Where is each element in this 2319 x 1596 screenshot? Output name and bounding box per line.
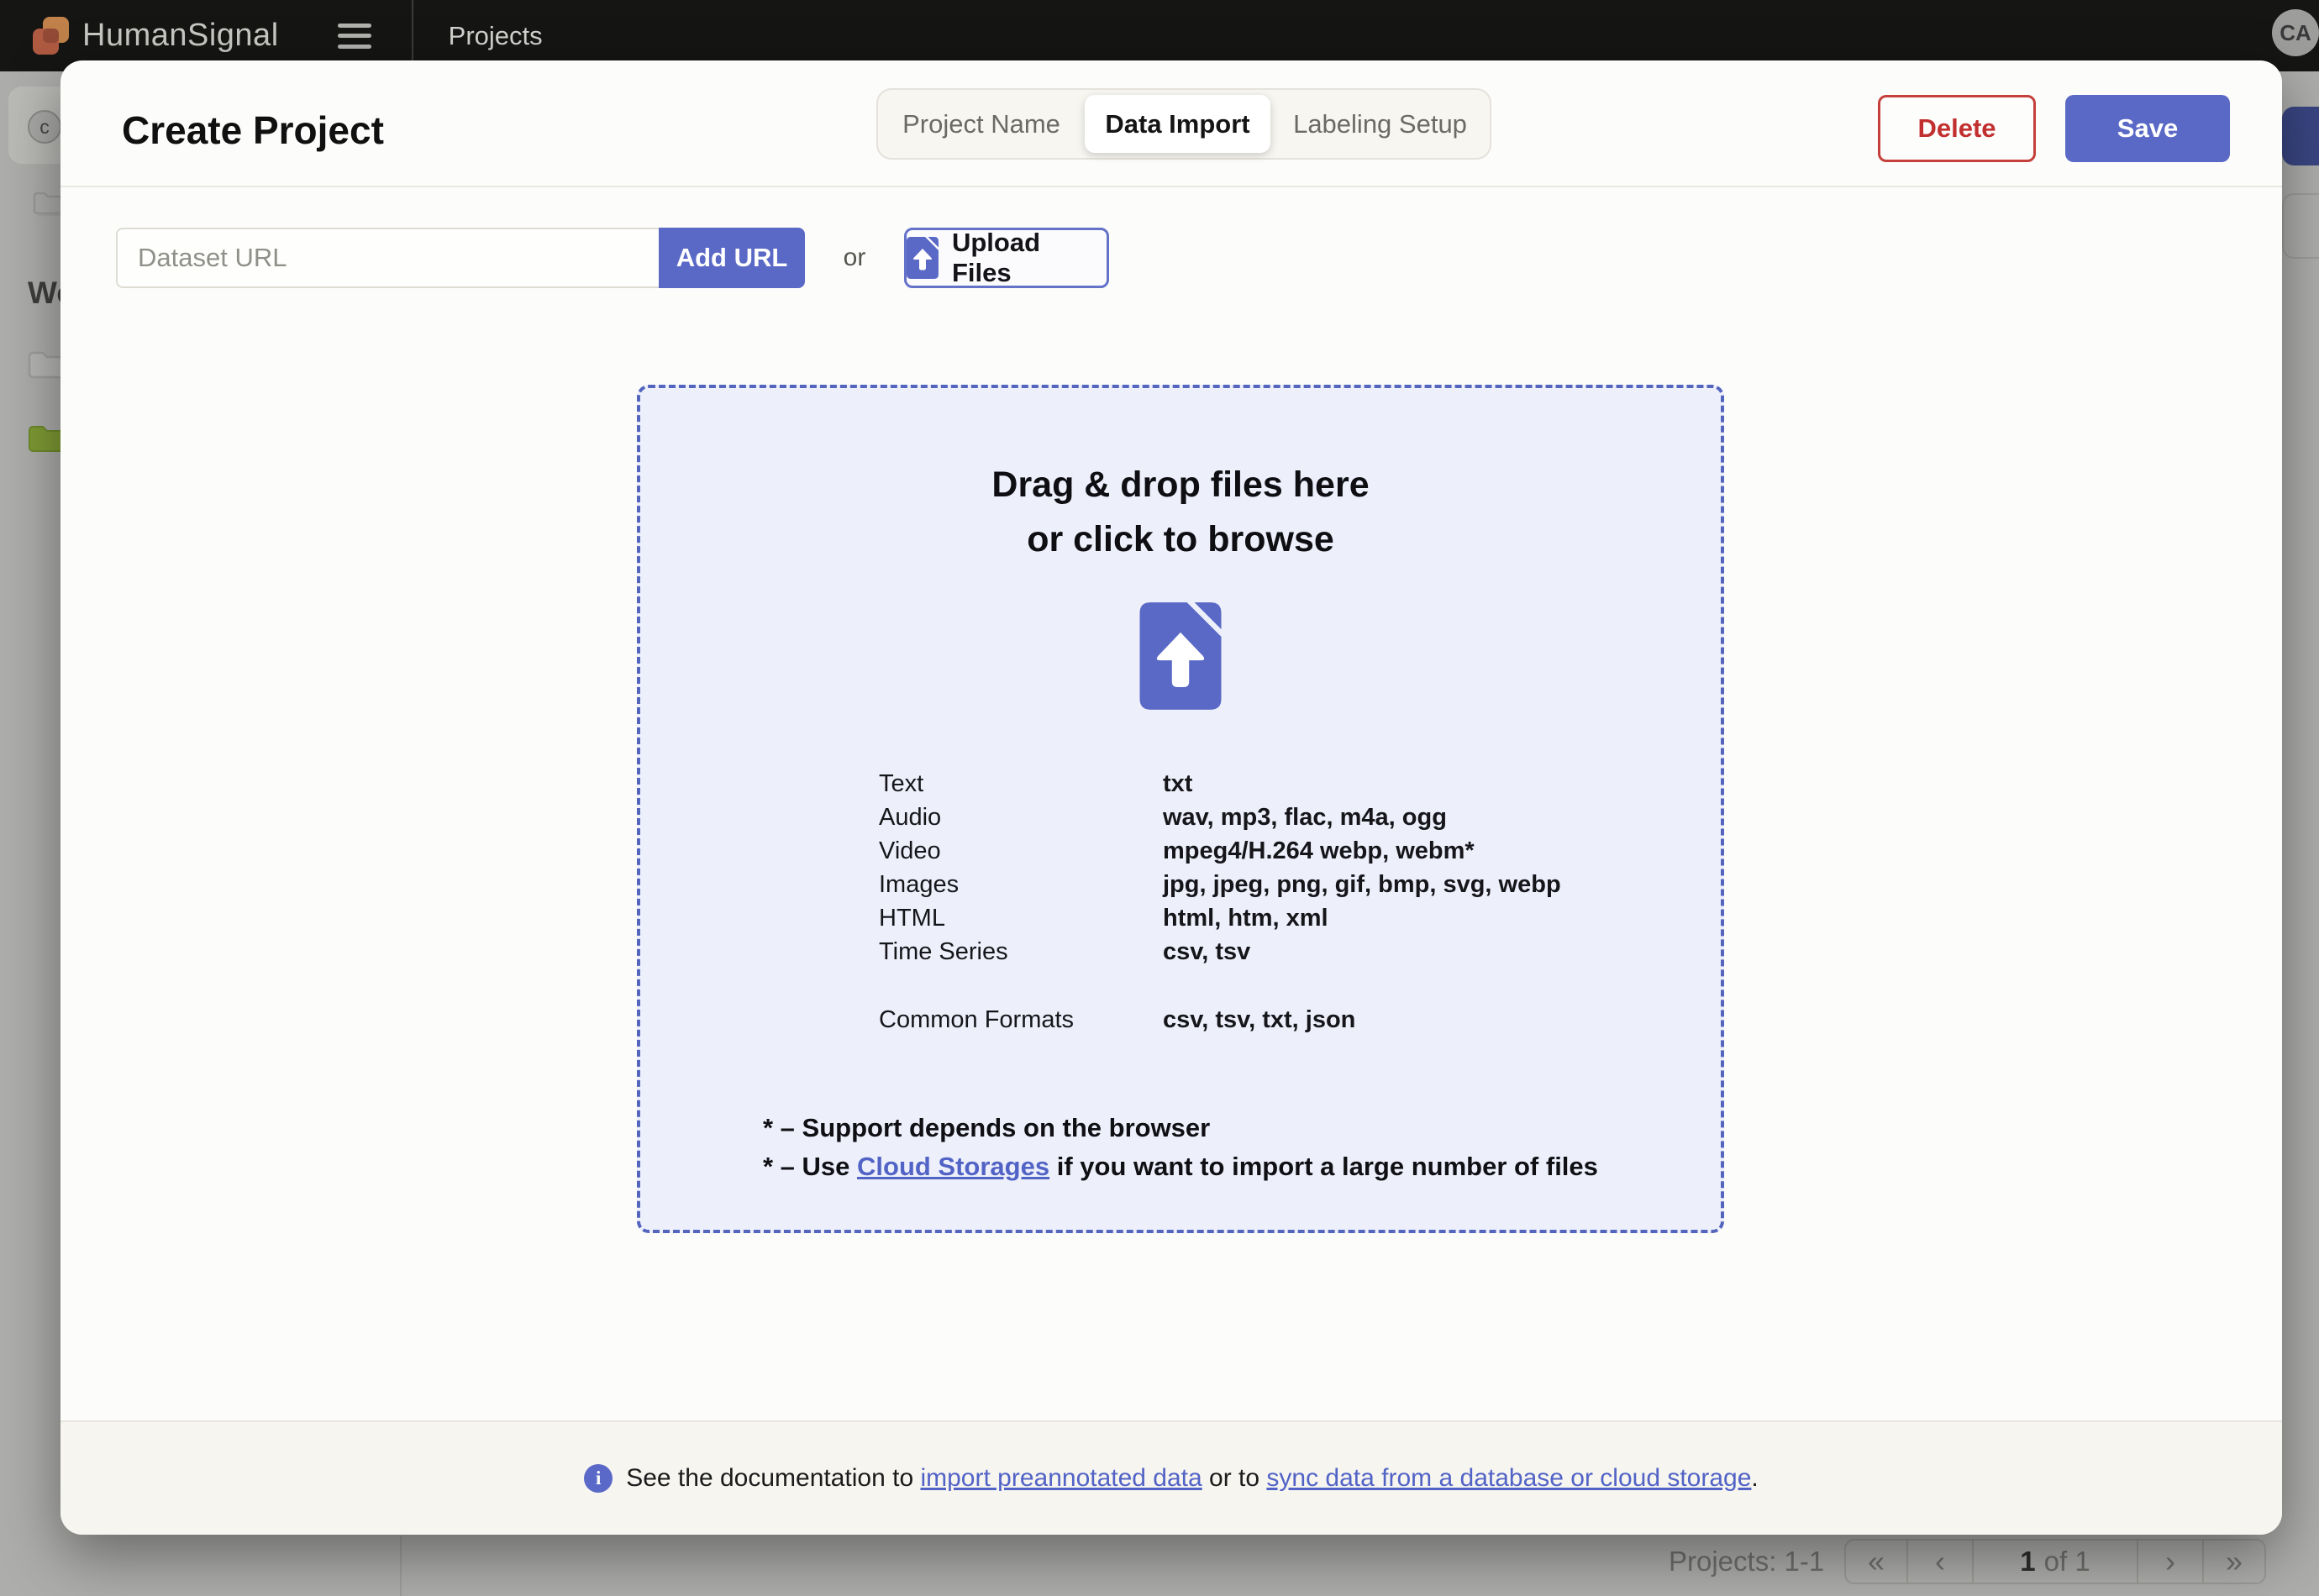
tab-labeling-setup[interactable]: Labeling Setup bbox=[1270, 90, 1490, 158]
format-row: Video mpeg4/H.264 webp, webm* bbox=[879, 834, 1561, 868]
format-label: Audio bbox=[879, 804, 942, 831]
modal-footer: i See the documentation to import preann… bbox=[60, 1420, 2282, 1535]
dropzone-notes: * – Support depends on the browser * – U… bbox=[763, 1109, 1598, 1186]
tab-project-name[interactable]: Project Name bbox=[878, 90, 1085, 158]
background-create-button-sliver bbox=[2282, 107, 2319, 165]
note-cloud-storage: * – Use Cloud Storages if you want to im… bbox=[763, 1147, 1598, 1186]
footer-text-prefix: See the documentation to bbox=[626, 1464, 921, 1492]
format-value: wav, mp3, flac, m4a, ogg bbox=[1163, 804, 1447, 831]
format-label: HTML bbox=[879, 905, 945, 932]
footer-text-suffix: . bbox=[1751, 1464, 1759, 1492]
dropzone-heading: Drag & drop files here or click to brows… bbox=[640, 458, 1721, 567]
upload-files-label: Upload Files bbox=[951, 228, 1041, 287]
prev-page-button: ‹ bbox=[1935, 1544, 1945, 1578]
note-cloud-suffix: if you want to import a large number of … bbox=[1049, 1152, 1598, 1181]
note-browser-support: * – Support depends on the browser bbox=[763, 1113, 1211, 1142]
or-separator: or bbox=[843, 244, 866, 271]
hamburger-menu-icon[interactable] bbox=[337, 23, 371, 49]
dropzone-heading-line1: Drag & drop files here bbox=[991, 465, 1370, 505]
screen: c Wo Projects: 1-1 « ‹ 1 of 1 › » HumanS… bbox=[0, 0, 2319, 1596]
add-url-button[interactable]: Add URL bbox=[659, 228, 805, 288]
format-label: Time Series bbox=[879, 938, 1008, 965]
delete-button[interactable]: Delete bbox=[1878, 95, 2036, 162]
current-page: 1 bbox=[2020, 1546, 2036, 1577]
create-project-modal: Create Project Project Name Data Import … bbox=[60, 60, 2282, 1535]
projects-range-label: Projects: 1-1 bbox=[1669, 1546, 1825, 1577]
upload-files-button[interactable]: Upload Files bbox=[904, 228, 1109, 288]
cloud-storages-link[interactable]: Cloud Storages bbox=[857, 1152, 1049, 1181]
format-label: Text bbox=[879, 770, 924, 797]
format-row: Images jpg, jpeg, png, gif, bmp, svg, we… bbox=[879, 868, 1561, 901]
user-avatar[interactable]: CA bbox=[2272, 9, 2319, 56]
format-value: mpeg4/H.264 webp, webm* bbox=[1163, 837, 1475, 864]
dataset-url-input[interactable] bbox=[116, 228, 659, 288]
save-button[interactable]: Save bbox=[2065, 95, 2230, 162]
format-value: html, htm, xml bbox=[1163, 905, 1328, 932]
page-title: Create Project bbox=[122, 108, 384, 152]
pagination-bar: « ‹ 1 of 1 › » bbox=[1844, 1539, 2266, 1584]
format-label: Images bbox=[879, 871, 960, 898]
sidebar-avatar: c bbox=[28, 110, 61, 144]
common-formats-label: Common Formats bbox=[879, 1006, 1075, 1033]
page-indicator: 1 of 1 bbox=[1974, 1541, 2137, 1583]
format-row: Text txt bbox=[879, 767, 1561, 801]
projects-stack-icon bbox=[33, 192, 63, 217]
last-page-button: » bbox=[2225, 1544, 2243, 1578]
file-dropzone[interactable]: Drag & drop files here or click to brows… bbox=[637, 385, 1724, 1233]
sync-data-link[interactable]: sync data from a database or cloud stora… bbox=[1266, 1464, 1751, 1492]
page-count: of 1 bbox=[2043, 1546, 2090, 1577]
wizard-tabs: Project Name Data Import Labeling Setup bbox=[876, 88, 1491, 160]
format-value: jpg, jpeg, png, gif, bmp, svg, webp bbox=[1163, 871, 1561, 898]
url-combo: Add URL bbox=[116, 228, 805, 288]
import-preannotated-data-link[interactable]: import preannotated data bbox=[920, 1464, 1202, 1492]
tab-data-import[interactable]: Data Import bbox=[1085, 95, 1270, 153]
dropzone-heading-line2: or click to browse bbox=[1027, 519, 1334, 559]
background-search-box-sliver bbox=[2282, 193, 2319, 259]
upload-file-icon bbox=[1139, 602, 1222, 710]
format-value: csv, tsv bbox=[1163, 938, 1251, 965]
supported-formats-table: Text txt Audio wav, mp3, flac, m4a, ogg … bbox=[879, 767, 1561, 969]
common-formats-row: Common Formats csv, tsv, txt, json bbox=[879, 1003, 1355, 1037]
header-divider bbox=[60, 186, 2282, 187]
footer-text-middle: or to bbox=[1202, 1464, 1267, 1492]
note-cloud-prefix: * – Use bbox=[763, 1152, 858, 1181]
format-row: Audio wav, mp3, flac, m4a, ogg bbox=[879, 801, 1561, 834]
info-icon: i bbox=[584, 1464, 613, 1493]
first-page-button: « bbox=[1867, 1544, 1885, 1578]
nav-projects[interactable]: Projects bbox=[449, 21, 543, 51]
import-url-row: Add URL or Upload Files bbox=[116, 228, 1109, 288]
documentation-note: See the documentation to import preannot… bbox=[626, 1464, 1759, 1493]
humansignal-logo-icon bbox=[33, 16, 69, 55]
format-row: HTML html, htm, xml bbox=[879, 901, 1561, 935]
brand-logo: HumanSignal bbox=[32, 16, 279, 56]
format-value: txt bbox=[1163, 770, 1193, 797]
format-label: Video bbox=[879, 837, 941, 864]
format-row: Time Series csv, tsv bbox=[879, 935, 1561, 969]
common-formats-value: csv, tsv, txt, json bbox=[1163, 1006, 1356, 1033]
brand-name: HumanSignal bbox=[82, 18, 279, 53]
background-table-divider bbox=[400, 1536, 402, 1596]
file-upload-icon bbox=[907, 237, 939, 279]
next-page-button: › bbox=[2165, 1544, 2175, 1578]
